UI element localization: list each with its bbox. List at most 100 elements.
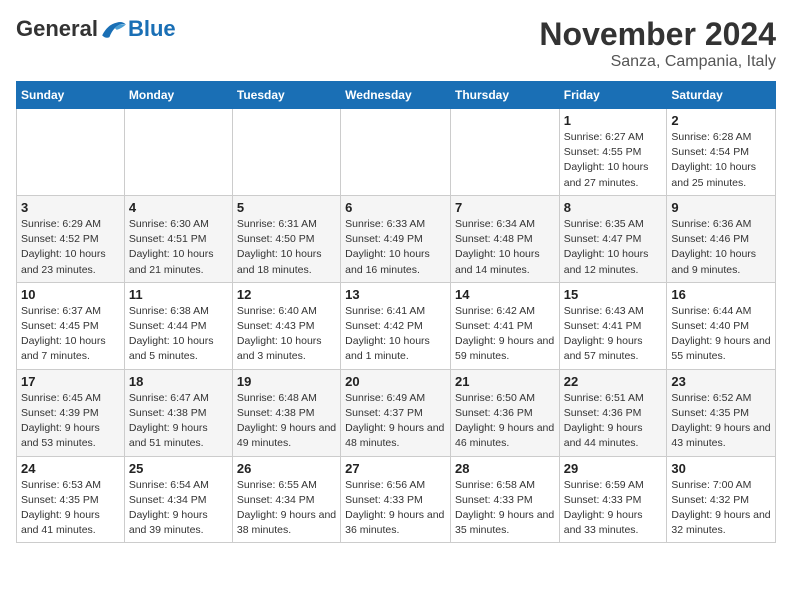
day-number: 7 (455, 200, 555, 215)
day-info: Sunrise: 6:54 AM Sunset: 4:34 PM Dayligh… (129, 478, 228, 539)
calendar-cell: 15 Sunrise: 6:43 AM Sunset: 4:41 PM Dayli… (559, 282, 667, 369)
day-info: Sunrise: 6:47 AM Sunset: 4:38 PM Dayligh… (129, 391, 228, 452)
calendar-day-header: Thursday (450, 82, 559, 109)
day-number: 4 (129, 200, 228, 215)
day-info: Sunrise: 6:27 AM Sunset: 4:55 PM Dayligh… (564, 130, 663, 191)
day-info: Sunrise: 6:33 AM Sunset: 4:49 PM Dayligh… (345, 217, 446, 278)
calendar-cell: 17Sunrise: 6:45 AM Sunset: 4:39 PM Dayli… (17, 369, 125, 456)
day-info: Sunrise: 6:51 AM Sunset: 4:36 PM Dayligh… (564, 391, 663, 452)
calendar-cell: 18 Sunrise: 6:47 AM Sunset: 4:38 PM Dayli… (124, 369, 232, 456)
day-info: Sunrise: 6:44 AM Sunset: 4:40 PM Dayligh… (671, 304, 771, 365)
calendar-week-row: 17Sunrise: 6:45 AM Sunset: 4:39 PM Dayli… (17, 369, 776, 456)
calendar-cell: 8Sunrise: 6:35 AM Sunset: 4:47 PM Daylig… (559, 195, 667, 282)
calendar-cell: 29 Sunrise: 6:59 AM Sunset: 4:33 PM Dayli… (559, 456, 667, 543)
day-number: 18 (129, 374, 228, 389)
calendar-cell: 2Sunrise: 6:28 AM Sunset: 4:54 PM Daylig… (667, 109, 776, 196)
calendar-day-header: Tuesday (232, 82, 340, 109)
day-number: 23 (671, 374, 771, 389)
logo: General Blue (16, 16, 176, 42)
day-number: 29 (564, 461, 663, 476)
day-info: Sunrise: 6:37 AM Sunset: 4:45 PM Dayligh… (21, 304, 120, 365)
calendar-cell: 10 Sunrise: 6:37 AM Sunset: 4:45 PM Dayli… (17, 282, 125, 369)
calendar-cell: 27 Sunrise: 6:56 AM Sunset: 4:33 PM Dayli… (341, 456, 451, 543)
day-number: 22 (564, 374, 663, 389)
calendar-cell: 11 Sunrise: 6:38 AM Sunset: 4:44 PM Dayli… (124, 282, 232, 369)
day-info: Sunrise: 6:34 AM Sunset: 4:48 PM Dayligh… (455, 217, 555, 278)
calendar-cell (450, 109, 559, 196)
calendar-cell: 24 Sunrise: 6:53 AM Sunset: 4:35 PM Dayli… (17, 456, 125, 543)
day-info: Sunrise: 6:48 AM Sunset: 4:38 PM Dayligh… (237, 391, 336, 452)
day-info: Sunrise: 6:56 AM Sunset: 4:33 PM Dayligh… (345, 478, 446, 539)
day-info: Sunrise: 6:55 AM Sunset: 4:34 PM Dayligh… (237, 478, 336, 539)
calendar-week-row: 3Sunrise: 6:29 AM Sunset: 4:52 PM Daylig… (17, 195, 776, 282)
calendar-cell: 20 Sunrise: 6:49 AM Sunset: 4:37 PM Dayli… (341, 369, 451, 456)
day-number: 15 (564, 287, 663, 302)
calendar-week-row: 10 Sunrise: 6:37 AM Sunset: 4:45 PM Dayli… (17, 282, 776, 369)
day-info: Sunrise: 6:49 AM Sunset: 4:37 PM Dayligh… (345, 391, 446, 452)
day-info: Sunrise: 6:45 AM Sunset: 4:39 PM Dayligh… (21, 391, 120, 452)
calendar-day-header: Wednesday (341, 82, 451, 109)
day-number: 20 (345, 374, 446, 389)
calendar-cell: 23 Sunrise: 6:52 AM Sunset: 4:35 PM Dayli… (667, 369, 776, 456)
day-number: 26 (237, 461, 336, 476)
calendar-cell: 3Sunrise: 6:29 AM Sunset: 4:52 PM Daylig… (17, 195, 125, 282)
day-number: 11 (129, 287, 228, 302)
day-number: 21 (455, 374, 555, 389)
day-number: 12 (237, 287, 336, 302)
logo-general-text: General (16, 16, 98, 42)
calendar-cell: 30Sunrise: 7:00 AM Sunset: 4:32 PM Dayli… (667, 456, 776, 543)
day-info: Sunrise: 6:59 AM Sunset: 4:33 PM Dayligh… (564, 478, 663, 539)
day-number: 6 (345, 200, 446, 215)
day-info: Sunrise: 6:53 AM Sunset: 4:35 PM Dayligh… (21, 478, 120, 539)
day-number: 9 (671, 200, 771, 215)
day-number: 2 (671, 113, 771, 128)
calendar-table: SundayMondayTuesdayWednesdayThursdayFrid… (16, 81, 776, 543)
day-info: Sunrise: 6:43 AM Sunset: 4:41 PM Dayligh… (564, 304, 663, 365)
page-subtitle: Sanza, Campania, Italy (539, 53, 776, 71)
calendar-cell: 22 Sunrise: 6:51 AM Sunset: 4:36 PM Dayli… (559, 369, 667, 456)
calendar-cell: 14Sunrise: 6:42 AM Sunset: 4:41 PM Dayli… (450, 282, 559, 369)
day-info: Sunrise: 6:40 AM Sunset: 4:43 PM Dayligh… (237, 304, 336, 365)
day-number: 13 (345, 287, 446, 302)
day-number: 24 (21, 461, 120, 476)
calendar-cell (124, 109, 232, 196)
day-number: 25 (129, 461, 228, 476)
calendar-cell: 21 Sunrise: 6:50 AM Sunset: 4:36 PM Dayli… (450, 369, 559, 456)
calendar-week-row: 1 Sunrise: 6:27 AM Sunset: 4:55 PM Daylig… (17, 109, 776, 196)
calendar-cell: 9 Sunrise: 6:36 AM Sunset: 4:46 PM Daylig… (667, 195, 776, 282)
day-info: Sunrise: 6:50 AM Sunset: 4:36 PM Dayligh… (455, 391, 555, 452)
calendar-cell: 1 Sunrise: 6:27 AM Sunset: 4:55 PM Daylig… (559, 109, 667, 196)
calendar-cell: 5Sunrise: 6:31 AM Sunset: 4:50 PM Daylig… (232, 195, 340, 282)
logo-bird-icon (100, 19, 128, 39)
calendar-cell: 28Sunrise: 6:58 AM Sunset: 4:33 PM Dayli… (450, 456, 559, 543)
day-number: 14 (455, 287, 555, 302)
calendar-header-row: SundayMondayTuesdayWednesdayThursdayFrid… (17, 82, 776, 109)
day-info: Sunrise: 6:38 AM Sunset: 4:44 PM Dayligh… (129, 304, 228, 365)
day-info: Sunrise: 6:41 AM Sunset: 4:42 PM Dayligh… (345, 304, 446, 365)
calendar-day-header: Friday (559, 82, 667, 109)
day-number: 16 (671, 287, 771, 302)
calendar-cell: 26 Sunrise: 6:55 AM Sunset: 4:34 PM Dayli… (232, 456, 340, 543)
calendar-cell (232, 109, 340, 196)
page-title: November 2024 (539, 16, 776, 53)
day-number: 27 (345, 461, 446, 476)
calendar-cell: 25 Sunrise: 6:54 AM Sunset: 4:34 PM Dayli… (124, 456, 232, 543)
day-number: 10 (21, 287, 120, 302)
calendar-cell: 13 Sunrise: 6:41 AM Sunset: 4:42 PM Dayli… (341, 282, 451, 369)
calendar-cell: 6 Sunrise: 6:33 AM Sunset: 4:49 PM Daylig… (341, 195, 451, 282)
day-info: Sunrise: 6:35 AM Sunset: 4:47 PM Dayligh… (564, 217, 663, 278)
page-header: General Blue November 2024 Sanza, Campan… (16, 16, 776, 71)
day-number: 19 (237, 374, 336, 389)
day-info: Sunrise: 7:00 AM Sunset: 4:32 PM Dayligh… (671, 478, 771, 539)
calendar-cell: 4 Sunrise: 6:30 AM Sunset: 4:51 PM Daylig… (124, 195, 232, 282)
day-number: 28 (455, 461, 555, 476)
day-info: Sunrise: 6:36 AM Sunset: 4:46 PM Dayligh… (671, 217, 771, 278)
day-info: Sunrise: 6:30 AM Sunset: 4:51 PM Dayligh… (129, 217, 228, 278)
calendar-day-header: Sunday (17, 82, 125, 109)
title-block: November 2024 Sanza, Campania, Italy (539, 16, 776, 71)
calendar-day-header: Saturday (667, 82, 776, 109)
day-number: 5 (237, 200, 336, 215)
calendar-cell: 7 Sunrise: 6:34 AM Sunset: 4:48 PM Daylig… (450, 195, 559, 282)
day-info: Sunrise: 6:52 AM Sunset: 4:35 PM Dayligh… (671, 391, 771, 452)
day-number: 1 (564, 113, 663, 128)
